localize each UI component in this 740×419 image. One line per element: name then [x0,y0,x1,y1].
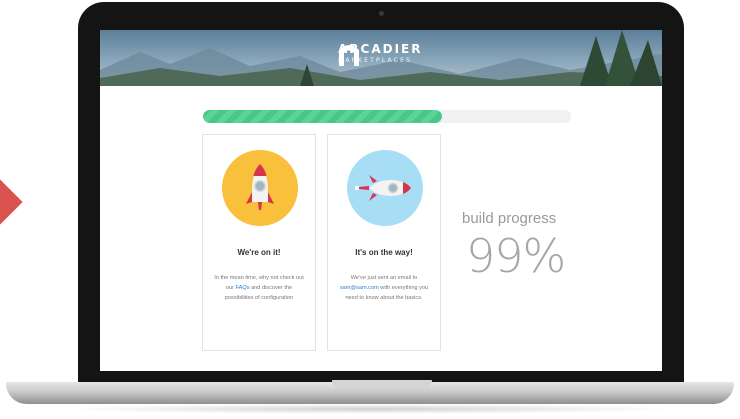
email-link[interactable]: sam@sam.com [340,285,379,291]
status-card-email: It's on the way! We've just sent an emai… [327,134,441,351]
laptop-notch [332,380,432,388]
logo: ARCADIER MARKETPLACES [338,43,422,66]
card-title: It's on the way! [355,248,413,257]
brand-tagline: MARKETPLACES [338,57,413,64]
build-progress-label: build progress [462,210,557,227]
rocket-upright-icon [222,150,298,226]
build-progress-value: 99% [466,229,566,283]
faqs-link[interactable]: FAQs [236,285,250,291]
laptop-shadow [60,404,680,414]
card-body: In the mean time, why not check out our … [214,275,304,301]
previous-slide-arrow[interactable] [0,179,23,225]
status-card-working: We're on it! In the mean time, why not c… [202,134,316,351]
rocket-flying-icon [347,150,423,226]
progress-bar [203,110,571,123]
progress-bar-fill [203,110,443,123]
card-title: We're on it! [237,248,281,257]
camera-dot [379,11,384,16]
laptop-screen: ARCADIER MARKETPLACES We're on it! In th… [100,30,662,371]
header-banner: ARCADIER MARKETPLACES [100,30,662,86]
card-body: We've just sent an email to sam@sam.com … [339,275,429,301]
